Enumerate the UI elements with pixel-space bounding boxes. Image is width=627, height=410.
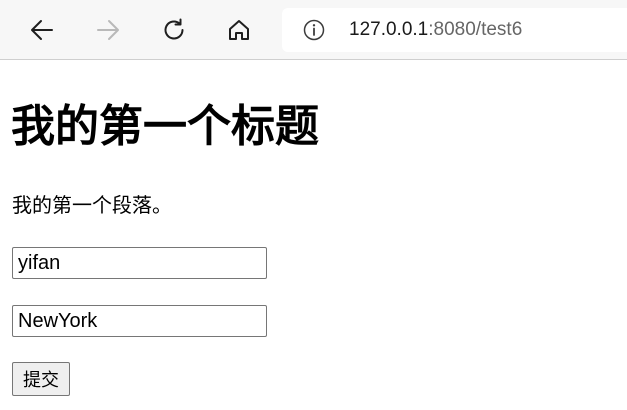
name-input[interactable] xyxy=(12,247,267,279)
url-text[interactable]: 127.0.0.1:8080/test6 xyxy=(349,19,522,41)
back-button[interactable] xyxy=(24,12,60,48)
url-host: 127.0.0.1 xyxy=(349,19,429,40)
address-bar[interactable]: 127.0.0.1:8080/test6 xyxy=(282,8,627,52)
forward-arrow-icon xyxy=(97,20,119,40)
submit-button[interactable]: 提交 xyxy=(12,362,70,396)
browser-toolbar: 127.0.0.1:8080/test6 xyxy=(0,0,627,60)
info-icon[interactable] xyxy=(303,19,325,41)
paragraph-text: 我的第一个段落。 xyxy=(12,193,172,217)
city-input[interactable] xyxy=(12,305,267,337)
home-button[interactable] xyxy=(221,12,257,48)
page-title: 我的第一个标题 xyxy=(11,101,319,152)
url-port-path: :8080/test6 xyxy=(428,19,523,40)
reload-icon xyxy=(164,18,184,40)
forward-button[interactable] xyxy=(90,12,126,48)
page-content: 我的第一个标题 我的第一个段落。 提交 xyxy=(0,61,627,410)
home-icon xyxy=(229,20,249,40)
reload-button[interactable] xyxy=(156,12,192,48)
back-arrow-icon xyxy=(31,20,53,40)
